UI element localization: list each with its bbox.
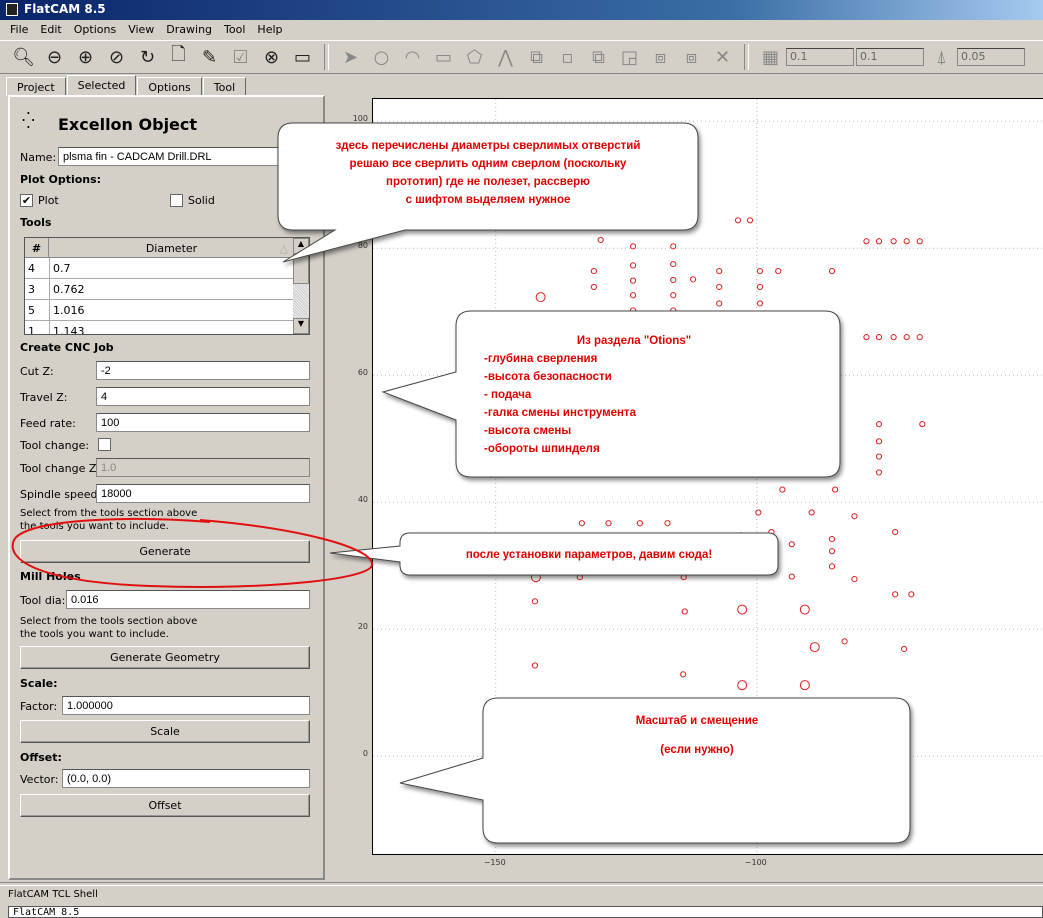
red-ellipse-highlight <box>11 518 373 588</box>
callout-line: -обороты шпинделя <box>484 443 600 455</box>
callout-line: здесь перечислены диаметры сверлимых отв… <box>335 140 641 152</box>
callout-generate-text: после установки параметров, давим сюда! <box>465 549 713 561</box>
callout-line: -высота безопасности <box>484 371 612 383</box>
callout-options-text: Из раздела "Otions" -глубина сверления -… <box>484 332 824 458</box>
callout-line: -галка смены инструмента <box>484 407 636 419</box>
callout-line: Масштаб и смещение <box>635 715 759 727</box>
callout-line: решаю все сверлить одним сверлом (поскол… <box>349 158 627 170</box>
callout-line: с шифтом выделяем нужное <box>405 194 571 206</box>
callout-line: Из раздела "Otions" <box>576 335 692 347</box>
callout-line: (если нужно) <box>660 744 734 756</box>
callout-line: - подача <box>484 389 532 401</box>
callout-tools-text: здесь перечислены диаметры сверлимых отв… <box>280 137 696 209</box>
callout-line: прототип) где не полезет, рассверю <box>386 176 590 188</box>
callout-line: -высота смены <box>484 425 572 437</box>
callout-scale-text: Масштаб и смещение (если нужно) <box>485 712 909 759</box>
callout-line: -глубина сверления <box>484 353 598 365</box>
